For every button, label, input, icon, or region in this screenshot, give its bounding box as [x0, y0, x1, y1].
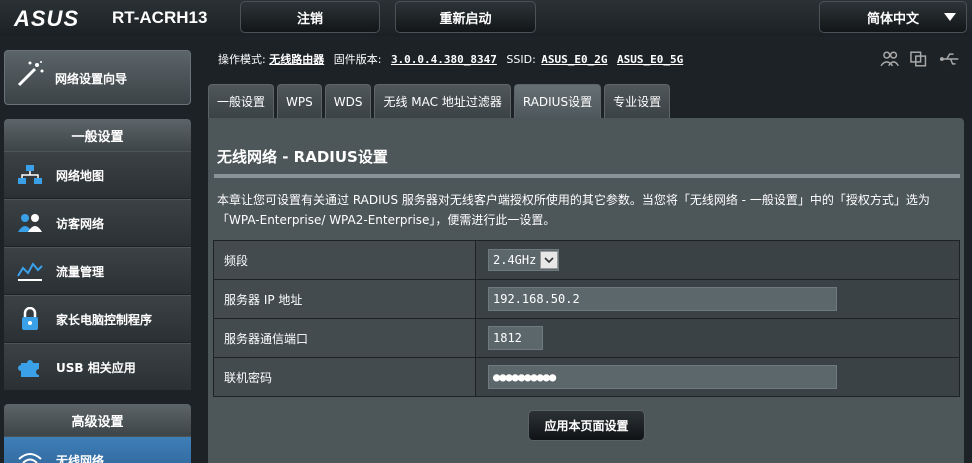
- firmware-version-link[interactable]: 3.0.0.4.380_8347: [391, 53, 497, 66]
- sidebar-item-label: 访客网络: [56, 216, 105, 231]
- firmware-label: 固件版本:: [333, 53, 382, 66]
- status-bar: 操作模式: 无线路由器 固件版本: 3.0.0.4.380_8347 SSID:…: [218, 51, 683, 67]
- sidebar-item-parental-control[interactable]: 家长电脑控制程序: [4, 295, 191, 342]
- tab-wds[interactable]: WDS: [324, 84, 372, 118]
- sidebar-item-label: 网络地图: [56, 168, 105, 183]
- tab-wps[interactable]: WPS: [277, 84, 322, 118]
- advanced-section-heading: 高级设置: [4, 404, 191, 436]
- sidebar-item-label: 流量管理: [56, 264, 105, 279]
- wireless-icon: [16, 446, 44, 463]
- secret-password-input[interactable]: ●●●●●●●●●●: [488, 365, 837, 389]
- title-divider: [214, 174, 960, 178]
- table-row: 服务器 IP 地址 192.168.50.2: [213, 279, 960, 319]
- server-port-label: 服务器通信端口: [213, 318, 476, 358]
- logout-button[interactable]: 注销: [240, 1, 380, 33]
- sidebar-item-label: USB 相关应用: [56, 360, 136, 375]
- model-name: RT-ACRH13: [112, 8, 208, 27]
- server-ip-input[interactable]: 192.168.50.2: [488, 287, 837, 311]
- sidebar-item-network-map[interactable]: 网络地图: [4, 151, 191, 198]
- general-section-heading: 一般设置: [4, 119, 191, 151]
- reboot-button[interactable]: 重新启动: [395, 1, 536, 33]
- table-row: 服务器通信端口 1812: [213, 318, 960, 358]
- chevron-down-icon: [540, 251, 559, 269]
- band-select[interactable]: 2.4GHz: [488, 249, 560, 271]
- sidebar-item-traffic-manager[interactable]: 流量管理: [4, 247, 191, 294]
- wizard-label: 网络设置向导: [55, 72, 128, 86]
- tab-mac-filter[interactable]: 无线 MAC 地址过滤器: [374, 84, 511, 118]
- parental-control-icon: [16, 305, 44, 333]
- asus-logo: ASUS: [14, 6, 80, 31]
- operation-mode-label: 操作模式:: [218, 53, 266, 66]
- language-select[interactable]: 简体中文: [819, 1, 967, 33]
- traffic-manager-icon: [16, 257, 44, 285]
- band-label: 频段: [213, 240, 476, 280]
- usb-app-icon: [16, 353, 44, 381]
- band-value: 2.4GHz: [493, 253, 537, 267]
- guest-network-icon: [16, 209, 44, 237]
- tab-general[interactable]: 一般设置: [208, 84, 275, 118]
- table-row: 联机密码 ●●●●●●●●●●: [213, 357, 960, 397]
- chevron-down-icon: [944, 13, 956, 21]
- page-description: 本章让您可设置有关通过 RADIUS 服务器对无线客户端授权所使用的其它参数。当…: [217, 193, 930, 227]
- page-title: 无线网络 - RADIUS设置: [217, 148, 388, 166]
- network-map-icon: [16, 161, 44, 189]
- sidebar-item-label: 无线网络: [56, 453, 105, 463]
- content-panel: 无线网络 - RADIUS设置 本章让您可设置有关通过 RADIUS 服务器对无…: [208, 118, 964, 463]
- language-label: 简体中文: [866, 11, 919, 27]
- apply-button[interactable]: 应用本页面设置: [528, 410, 645, 441]
- server-ip-label: 服务器 IP 地址: [213, 279, 476, 319]
- magic-wand-icon: [17, 61, 44, 87]
- secret-label: 联机密码: [213, 357, 476, 397]
- status-icons: [880, 50, 960, 70]
- clients-icon[interactable]: [880, 50, 900, 68]
- usb-status-icon[interactable]: [939, 50, 960, 68]
- copy-icon[interactable]: [909, 50, 928, 68]
- server-port-input[interactable]: 1812: [488, 326, 543, 350]
- sidebar-item-usb-app[interactable]: USB 相关应用: [4, 343, 191, 390]
- tab-bar: 一般设置 WPS WDS 无线 MAC 地址过滤器 RADIUS设置 专业设置: [208, 84, 671, 118]
- sidebar-item-label: 家长电脑控制程序: [56, 312, 153, 327]
- network-setup-wizard-button[interactable]: 网络设置向导: [4, 50, 191, 105]
- operation-mode-link[interactable]: 无线路由器: [269, 53, 324, 66]
- radius-settings-table: 频段 2.4GHz 服务器 IP 地址 192.168.50.2 服务器通信端口…: [213, 240, 960, 397]
- top-bar: ASUS RT-ACRH13 注销 重新启动 简体中文: [0, 0, 972, 36]
- sidebar-item-wireless[interactable]: 无线网络: [4, 436, 191, 463]
- ssid-5g-link[interactable]: ASUS_E0_5G: [617, 53, 683, 66]
- tab-radius[interactable]: RADIUS设置: [513, 84, 602, 118]
- tab-professional[interactable]: 专业设置: [604, 84, 671, 118]
- ssid-2g-link[interactable]: ASUS_E0_2G: [541, 53, 607, 66]
- table-row: 频段 2.4GHz: [213, 240, 960, 280]
- sidebar-item-guest-network[interactable]: 访客网络: [4, 199, 191, 246]
- ssid-label: SSID:: [506, 53, 536, 66]
